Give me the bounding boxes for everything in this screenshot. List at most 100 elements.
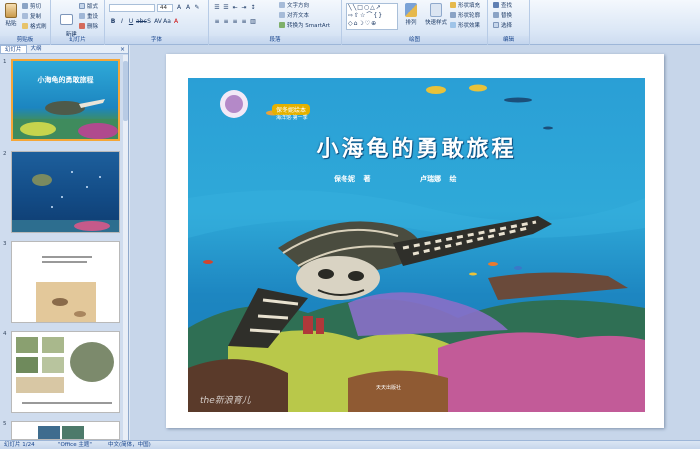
slide-thumbnail-4[interactable]: 4 — [0, 331, 124, 415]
drawing-label: 绘图 — [342, 36, 487, 44]
thumbnail-image — [11, 151, 120, 233]
spacing-icon[interactable]: AV — [154, 18, 162, 26]
watermark: the新浪育儿 — [200, 396, 251, 406]
slide-number: 3 — [3, 241, 7, 247]
fill-bucket-icon — [450, 2, 456, 8]
font-label: 字体 — [105, 36, 208, 44]
align-center-icon[interactable]: ≡ — [222, 18, 230, 26]
copy-button[interactable]: 复制 — [22, 12, 41, 20]
bullets-icon[interactable]: ☰ — [213, 4, 221, 12]
paste-icon — [5, 3, 17, 18]
author-name: 保冬妮 著 — [334, 175, 371, 183]
align-text-button[interactable]: 对齐文本 — [279, 11, 309, 19]
slide-thumbnail-5[interactable]: 5 — [0, 421, 124, 440]
find-button[interactable]: 查找 — [493, 1, 512, 9]
shrink-font-icon[interactable]: A — [184, 4, 192, 12]
tab-outline[interactable]: 大纲 — [27, 45, 46, 53]
close-icon[interactable]: × — [120, 45, 125, 54]
format-painter-button[interactable]: 格式刷 — [22, 22, 47, 30]
brush-icon — [22, 23, 28, 29]
decrease-indent-icon[interactable]: ⇤ — [231, 4, 239, 12]
tab-slides[interactable]: 幻灯片 — [0, 45, 27, 53]
beach-illustration — [36, 256, 96, 322]
ribbon: 粘贴 剪切 复制 格式刷 剪贴板 新建 幻灯片 版式 重设 删除 幻灯片 44 … — [0, 0, 700, 45]
line-spacing-icon[interactable]: ↕ — [249, 4, 257, 12]
text-direction-button[interactable]: 文字方向 — [279, 1, 309, 9]
shape-outline-button[interactable]: 形状轮廓 — [450, 11, 480, 19]
case-icon[interactable]: Aa — [163, 18, 171, 26]
paragraph-group: ☰ ☰ ⇤ ⇥ ↕ ≡ ≡ ≡ ≡ ▥ 文字方向 对齐文本 转换为 SmartA… — [209, 0, 342, 45]
slide-number: 2 — [3, 151, 7, 157]
replace-button[interactable]: 替换 — [493, 11, 512, 19]
italic-icon[interactable]: I — [118, 18, 126, 26]
justify-icon[interactable]: ≡ — [240, 18, 248, 26]
language-indicator[interactable]: 中文(简体，中国) — [108, 441, 151, 449]
turtle-illustration — [12, 171, 119, 232]
reset-button[interactable]: 重设 — [79, 12, 98, 20]
book-title: 小海龟的勇敢旅程 — [316, 137, 517, 162]
theme-name[interactable]: "Office 主题" — [58, 441, 92, 449]
pane-tabs: 幻灯片 大纲 × — [0, 45, 128, 54]
scissors-icon — [22, 3, 28, 9]
bold-icon[interactable]: B — [109, 18, 117, 26]
pane-scrollbar[interactable] — [123, 55, 128, 440]
strikethrough-icon[interactable]: abc — [136, 18, 147, 26]
slide-thumbnail-3[interactable]: 3 — [0, 241, 124, 325]
slide-number: 1 — [3, 59, 7, 65]
thumbnail-image — [11, 331, 120, 413]
font-size-combo[interactable]: 44 — [157, 4, 173, 12]
underline-icon[interactable]: U — [127, 18, 135, 26]
layout-icon — [79, 3, 85, 9]
thumbnail-image: 小海龟的勇敢旅程 — [11, 59, 120, 141]
font-group: 44 A A ✎ B I U abc S AV Aa A 字体 — [105, 0, 209, 45]
thumbnail-image — [11, 421, 120, 440]
font-color-icon[interactable]: A — [172, 18, 180, 26]
font-name-combo[interactable] — [109, 4, 155, 12]
editing-label: 编辑 — [488, 36, 529, 44]
reset-icon — [79, 13, 85, 19]
select-button[interactable]: 选择 — [493, 21, 512, 29]
clipboard-label: 剪贴板 — [0, 36, 50, 44]
slide-canvas[interactable]: 保冬妮绘本 海洋馆·第一季 小海龟的勇敢旅程 保冬妮 著 卢瑞娜 绘 天天出版社… — [166, 54, 664, 428]
text-direction-icon — [279, 2, 285, 8]
paragraph-label: 段落 — [209, 36, 341, 44]
quick-styles-button[interactable]: 快速样式 — [424, 3, 448, 26]
shape-misc-icon: ◇⌂☽♡⊕ — [348, 20, 378, 27]
list-buttons: ☰ ☰ ⇤ ⇥ ↕ — [213, 4, 257, 12]
quick-styles-icon — [430, 3, 442, 17]
layout-button[interactable]: 版式 — [79, 2, 98, 10]
pane-scroll-thumb[interactable] — [123, 61, 128, 121]
shape-line-icon: ╲╲□○△↗ — [348, 4, 382, 11]
cursor-icon — [493, 22, 499, 28]
clear-format-icon[interactable]: ✎ — [193, 4, 201, 12]
series-subtitle: 海洋馆·第一季 — [276, 115, 308, 121]
smartart-button[interactable]: 转换为 SmartArt — [279, 21, 330, 29]
slides-pane: 幻灯片 大纲 × 1 小海龟的勇敢旅程 2 3 4 5 — [0, 45, 129, 440]
columns-icon[interactable]: ▥ — [249, 18, 257, 26]
delete-button[interactable]: 删除 — [79, 22, 98, 30]
cut-button[interactable]: 剪切 — [22, 2, 41, 10]
shape-arrows-icon: ⇨⇧☆⌒{} — [348, 12, 384, 19]
effects-icon — [450, 22, 456, 28]
align-buttons: ≡ ≡ ≡ ≡ ▥ — [213, 18, 257, 26]
increase-indent-icon[interactable]: ⇥ — [240, 4, 248, 12]
pen-icon — [450, 12, 456, 18]
slide-thumbnail-1[interactable]: 1 小海龟的勇敢旅程 — [0, 59, 124, 145]
slide-counter: 幻灯片 1/24 — [4, 442, 35, 448]
font-size-buttons: A A ✎ — [175, 4, 201, 12]
slide-thumbnail-2[interactable]: 2 — [0, 151, 124, 235]
shapes-gallery[interactable]: ╲╲□○△↗ ⇨⇧☆⌒{} ◇⌂☽♡⊕ — [346, 3, 398, 30]
numbering-icon[interactable]: ☰ — [222, 4, 230, 12]
delete-icon — [79, 23, 85, 29]
align-left-icon[interactable]: ≡ — [213, 18, 221, 26]
align-text-icon — [279, 12, 285, 18]
publisher-name: 天天出版社 — [376, 385, 402, 391]
align-right-icon[interactable]: ≡ — [231, 18, 239, 26]
paste-button[interactable]: 粘贴 — [3, 3, 19, 27]
grow-font-icon[interactable]: A — [175, 4, 183, 12]
shadow-icon[interactable]: S — [145, 18, 153, 26]
shape-effects-button[interactable]: 形状效果 — [450, 21, 480, 29]
clipboard-group: 粘贴 剪切 复制 格式刷 剪贴板 — [0, 0, 51, 45]
arrange-button[interactable]: 排列 — [402, 3, 420, 26]
shape-fill-button[interactable]: 形状填充 — [450, 1, 480, 9]
